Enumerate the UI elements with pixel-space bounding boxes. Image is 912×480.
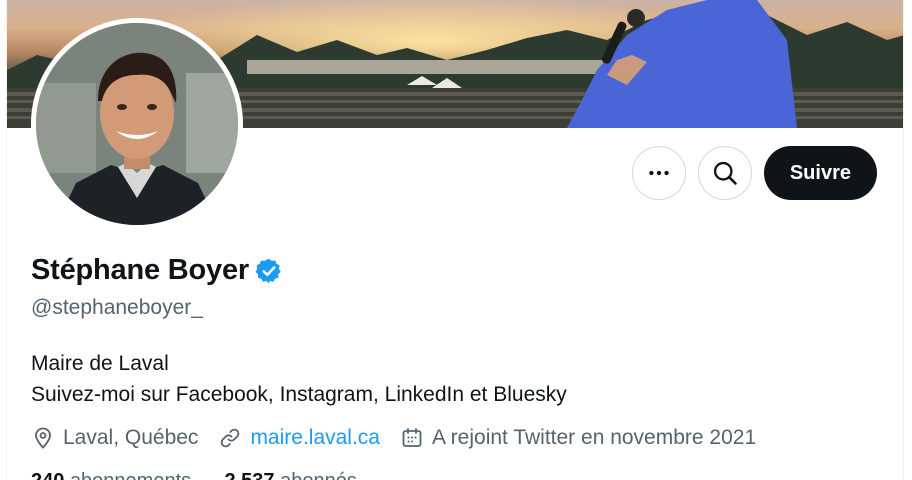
location-text: Laval, Québec bbox=[63, 426, 199, 449]
link-icon bbox=[221, 428, 240, 448]
followers-stat[interactable]: 2 537 abonnés bbox=[224, 470, 356, 480]
search-profile-button[interactable] bbox=[697, 146, 752, 200]
joined-text: A rejoint Twitter en novembre 2021 bbox=[432, 426, 757, 449]
location-pin-icon bbox=[35, 427, 51, 449]
profile-website[interactable]: maire.laval.ca bbox=[218, 426, 380, 450]
bio-line: Maire de Laval bbox=[31, 352, 169, 375]
profile-joined: A rejoint Twitter en novembre 2021 bbox=[400, 426, 756, 450]
website-link[interactable]: maire.laval.ca bbox=[250, 426, 380, 450]
follow-button[interactable]: Suivre bbox=[763, 146, 877, 200]
profile-name-row: Stéphane Boyer bbox=[31, 254, 283, 287]
profile-card: Suivre Stéphane Boyer @stephaneboyer_ Ma… bbox=[6, 0, 904, 480]
profile-actions: Suivre bbox=[631, 146, 877, 200]
profile-meta: Laval, Québec maire.laval.ca A rejoint T… bbox=[31, 426, 776, 450]
profile-avatar[interactable] bbox=[31, 18, 243, 230]
calendar-icon bbox=[402, 428, 422, 447]
following-count: 240 bbox=[31, 470, 64, 480]
more-options-button[interactable] bbox=[631, 146, 686, 200]
following-label: abonnements bbox=[70, 470, 191, 480]
search-icon bbox=[713, 161, 737, 185]
profile-stats: 240 abonnements 2 537 abonnés bbox=[31, 470, 357, 480]
verified-badge-icon[interactable] bbox=[255, 257, 283, 285]
profile-name: Stéphane Boyer bbox=[31, 254, 249, 286]
profile-handle: @stephaneboyer_ bbox=[31, 296, 203, 319]
followers-label: abonnés bbox=[280, 470, 357, 480]
bio-line: Suivez-moi sur Facebook, Instagram, Link… bbox=[31, 383, 567, 406]
following-stat[interactable]: 240 abonnements bbox=[31, 470, 191, 480]
more-horizontal-icon bbox=[649, 170, 669, 176]
followers-count: 2 537 bbox=[224, 470, 274, 480]
profile-location: Laval, Québec bbox=[31, 426, 198, 450]
avatar-photo bbox=[36, 23, 238, 225]
profile-bio: Maire de Laval Suivez-moi sur Facebook, … bbox=[31, 348, 567, 410]
